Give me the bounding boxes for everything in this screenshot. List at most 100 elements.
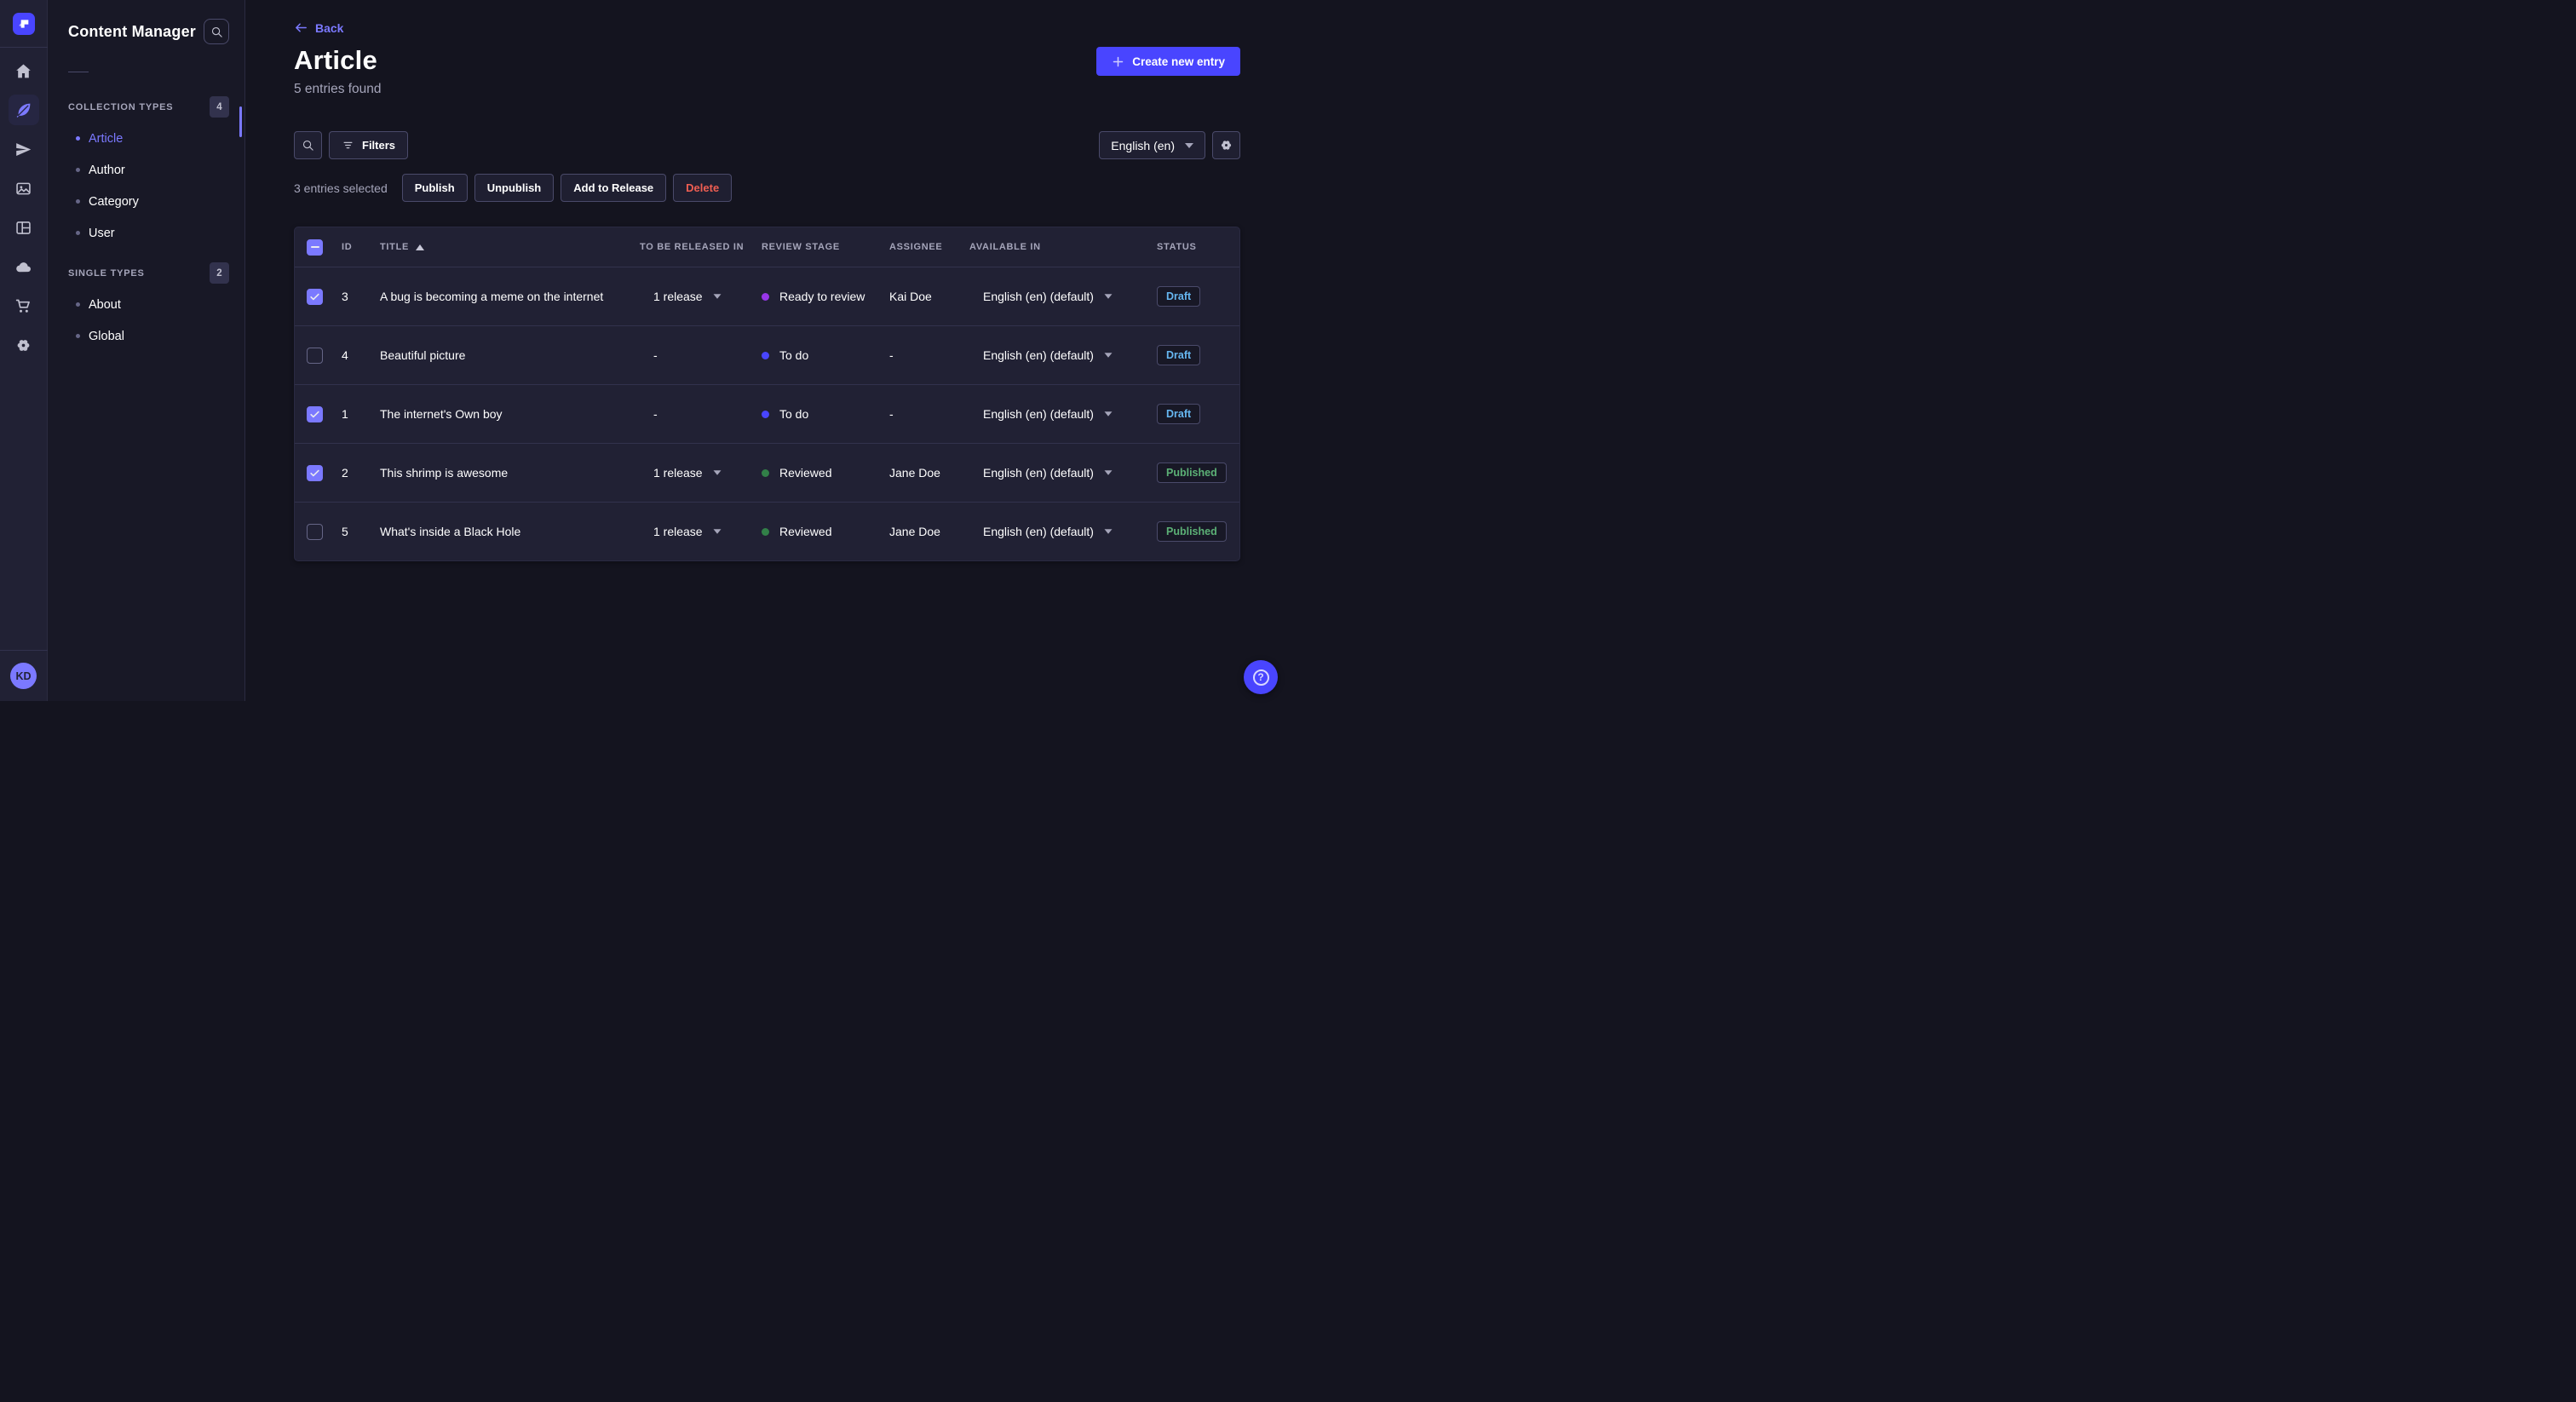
table-row[interactable]: 1 The internet's Own boy - To do - English (e… bbox=[295, 384, 1239, 443]
sidebar-item-user[interactable]: User bbox=[48, 217, 244, 249]
bullet-icon bbox=[76, 168, 80, 172]
column-title[interactable]: TITLE bbox=[380, 242, 640, 252]
chevron-down-icon bbox=[713, 470, 722, 475]
sidebar-section-label: SINGLE TYPES bbox=[68, 267, 145, 279]
row-checkbox[interactable] bbox=[307, 464, 323, 481]
chevron-down-icon bbox=[1104, 529, 1113, 534]
locale-dropdown[interactable]: English (en) (default) bbox=[969, 525, 1157, 538]
column-assignee[interactable]: ASSIGNEE bbox=[889, 242, 969, 252]
create-new-entry-label: Create new entry bbox=[1132, 55, 1225, 68]
sidebar-item-category[interactable]: Category bbox=[48, 186, 244, 217]
sort-ascending-icon bbox=[416, 244, 425, 250]
strapi-logo-icon bbox=[19, 19, 28, 28]
release-dropdown[interactable]: 1 release bbox=[640, 466, 762, 480]
sidebar-item-label: Global bbox=[89, 329, 124, 343]
locale-select[interactable]: English (en) bbox=[1099, 131, 1205, 159]
search-icon bbox=[211, 26, 222, 37]
row-checkbox[interactable] bbox=[307, 523, 323, 540]
release-value: - bbox=[653, 348, 658, 362]
stage-label: To do bbox=[779, 407, 809, 421]
chevron-down-icon bbox=[713, 529, 722, 534]
nav-content-manager[interactable] bbox=[8, 95, 39, 125]
locale-value: English (en) bbox=[1111, 138, 1175, 152]
publish-button[interactable]: Publish bbox=[401, 174, 468, 202]
logo-container bbox=[0, 0, 48, 48]
cell-review-stage: Ready to review bbox=[762, 290, 889, 303]
back-label: Back bbox=[315, 20, 344, 35]
table-row[interactable]: 3 A bug is becoming a meme on the interne… bbox=[295, 267, 1239, 325]
chevron-down-icon bbox=[1104, 411, 1113, 417]
column-available-in[interactable]: AVAILABLE IN bbox=[969, 242, 1157, 252]
filter-icon bbox=[343, 141, 353, 149]
nav-releases[interactable] bbox=[4, 129, 43, 169]
cell-id: 2 bbox=[342, 466, 348, 480]
locale-value: English (en) (default) bbox=[983, 290, 1094, 303]
filters-label: Filters bbox=[362, 139, 396, 152]
column-status[interactable]: STATUS bbox=[1157, 242, 1239, 252]
unpublish-button[interactable]: Unpublish bbox=[474, 174, 555, 202]
selection-count: 3 entries selected bbox=[294, 181, 388, 195]
nav-media-library[interactable] bbox=[4, 169, 43, 208]
nav-deploy[interactable] bbox=[4, 247, 43, 286]
strapi-logo[interactable] bbox=[12, 12, 35, 35]
page-heading-block: Article 5 entries found bbox=[294, 45, 382, 97]
select-all-checkbox[interactable] bbox=[307, 238, 323, 256]
page-title: Article bbox=[294, 45, 377, 75]
table-row[interactable]: 4 Beautiful picture - To do - English (en) (d… bbox=[295, 325, 1239, 384]
sidebar-section-count-badge: 2 bbox=[210, 262, 229, 284]
locale-dropdown[interactable]: English (en) (default) bbox=[969, 407, 1157, 421]
sidebar-item-about[interactable]: About bbox=[48, 289, 244, 320]
status-badge: Draft bbox=[1157, 345, 1201, 365]
question-mark-icon: ? bbox=[1252, 669, 1269, 686]
sidebar-item-author[interactable]: Author bbox=[48, 154, 244, 186]
release-value: 1 release bbox=[653, 466, 703, 480]
cell-id: 1 bbox=[342, 407, 348, 421]
stage-dot-icon bbox=[762, 468, 769, 477]
nav-home[interactable] bbox=[4, 51, 43, 90]
images-icon bbox=[16, 182, 31, 194]
locale-dropdown[interactable]: English (en) (default) bbox=[969, 290, 1157, 303]
sidebar-item-article[interactable]: Article bbox=[48, 123, 244, 154]
row-checkbox[interactable] bbox=[307, 347, 323, 364]
nav-settings[interactable] bbox=[4, 325, 43, 365]
cell-checkbox bbox=[295, 288, 342, 305]
view-settings-button[interactable] bbox=[1212, 131, 1240, 159]
stage-label: Reviewed bbox=[779, 466, 832, 480]
cell-assignee: Jane Doe bbox=[889, 466, 940, 480]
app-window: KD Content Manager COLLECTION TYPES 4 Arti… bbox=[0, 0, 1288, 701]
bullet-icon bbox=[76, 199, 80, 204]
release-dropdown[interactable]: 1 release bbox=[640, 525, 762, 538]
sidebar-item-global[interactable]: Global bbox=[48, 320, 244, 352]
table-row[interactable]: 2 This shrimp is awesome 1 release Reviewed… bbox=[295, 443, 1239, 502]
column-id[interactable]: ID bbox=[342, 242, 380, 252]
sidebar-item-label: About bbox=[89, 297, 121, 312]
cell-assignee: - bbox=[889, 348, 894, 362]
bullet-icon bbox=[76, 334, 80, 338]
row-checkbox[interactable] bbox=[307, 405, 323, 422]
cell-status: Published bbox=[1157, 463, 1239, 483]
back-link[interactable]: Back bbox=[294, 20, 1240, 35]
table-row[interactable]: 5 What's inside a Black Hole 1 release Revi… bbox=[295, 502, 1239, 560]
filters-button[interactable]: Filters bbox=[329, 131, 409, 159]
nav-content-type-builder[interactable] bbox=[4, 208, 43, 247]
user-avatar[interactable]: KD bbox=[10, 663, 37, 689]
locale-dropdown[interactable]: English (en) (default) bbox=[969, 348, 1157, 362]
locale-dropdown[interactable]: English (en) (default) bbox=[969, 466, 1157, 480]
active-item-indicator bbox=[239, 106, 242, 137]
delete-button[interactable]: Delete bbox=[673, 174, 733, 202]
sidebar-search-button[interactable] bbox=[204, 19, 229, 44]
release-dropdown[interactable]: 1 release bbox=[640, 290, 762, 303]
sidebar-item-list: Article Author Category User bbox=[48, 123, 244, 249]
row-checkbox[interactable] bbox=[307, 288, 323, 305]
help-button[interactable]: ? bbox=[1244, 660, 1278, 694]
sidebar-section-header: COLLECTION TYPES 4 bbox=[48, 96, 244, 118]
table-search-button[interactable] bbox=[294, 131, 322, 159]
nav-marketplace[interactable] bbox=[4, 286, 43, 325]
add-to-release-button[interactable]: Add to Release bbox=[561, 174, 667, 202]
sidebar-section-header: SINGLE TYPES 2 bbox=[48, 262, 244, 284]
cell-title: A bug is becoming a meme on the internet bbox=[380, 290, 604, 303]
create-new-entry-button[interactable]: Create new entry bbox=[1096, 47, 1240, 76]
column-review-stage[interactable]: REVIEW STAGE bbox=[762, 242, 889, 252]
sidebar-item-list: About Global bbox=[48, 289, 244, 352]
column-to-be-released-in[interactable]: TO BE RELEASED IN bbox=[640, 242, 762, 252]
